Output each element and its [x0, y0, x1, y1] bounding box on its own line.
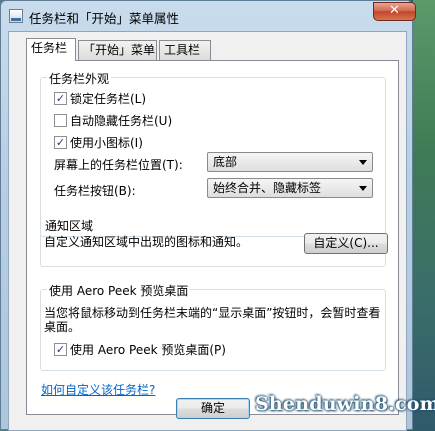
- taskbar-buttons-value: 始终合并、隐藏标签: [213, 181, 322, 195]
- properties-window: 任务栏和「开始」菜单属性 ✕ 任务栏 「开始」菜单 工具栏 任务栏外观 ✓ 锁定…: [0, 0, 416, 431]
- group-title-aero-peek: 使用 Aero Peek 预览桌面: [47, 282, 191, 299]
- window-title: 任务栏和「开始」菜单属性: [29, 11, 180, 26]
- group-title-notification: 通知区域: [43, 217, 96, 234]
- watermark-text: Shenduwin8.com: [255, 393, 435, 415]
- lock-taskbar-label: 锁定任务栏(L): [70, 92, 147, 106]
- taskbar-location-value: 底部: [213, 155, 238, 169]
- tab-start-menu[interactable]: 「开始」菜单: [78, 40, 157, 60]
- taskbar-buttons-dropdown[interactable]: 始终合并、隐藏标签: [207, 178, 373, 198]
- group-title-appearance: 任务栏外观: [47, 70, 112, 87]
- taskbar-location-label: 屏幕上的任务栏位置(T):: [54, 158, 183, 172]
- close-button[interactable]: ✕: [373, 2, 416, 21]
- lock-taskbar-checkbox[interactable]: ✓ 锁定任务栏(L): [54, 90, 146, 107]
- aero-peek-description: 当您将鼠标移动到任务栏末端的“显示桌面”按钮时，会暂时查看桌面。: [44, 306, 381, 334]
- checkbox-autohide-taskbar[interactable]: [54, 114, 67, 127]
- dialog-body: 任务栏 「开始」菜单 工具栏 任务栏外观 ✓ 锁定任务栏(L) 自动隐藏任务栏(…: [8, 31, 407, 431]
- small-icons-checkbox[interactable]: ✓ 使用小图标(I): [54, 134, 143, 151]
- taskbar-buttons-label: 任务栏按钮(B):: [54, 184, 136, 198]
- autohide-taskbar-checkbox[interactable]: 自动隐藏任务栏(U): [54, 112, 172, 129]
- taskbar-location-dropdown[interactable]: 底部: [207, 152, 373, 172]
- ok-button[interactable]: 确定: [176, 398, 250, 419]
- small-icons-label: 使用小图标(I): [70, 136, 143, 150]
- checkbox-small-icons[interactable]: ✓: [54, 136, 67, 149]
- chevron-down-icon: [359, 186, 367, 191]
- notification-description: 自定义通知区域中出现的图标和通知。: [44, 235, 249, 249]
- title-bar[interactable]: 任务栏和「开始」菜单属性 ✕: [1, 1, 416, 31]
- tab-panel-taskbar: 任务栏外观 ✓ 锁定任务栏(L) 自动隐藏任务栏(U) ✓ 使用小图标(I) 屏…: [26, 60, 399, 415]
- tab-taskbar[interactable]: 任务栏: [26, 38, 76, 61]
- chevron-down-icon: [359, 160, 367, 165]
- autohide-taskbar-label: 自动隐藏任务栏(U): [70, 114, 173, 128]
- close-icon: ✕: [389, 3, 400, 18]
- customize-button[interactable]: 自定义(C)...: [304, 233, 388, 254]
- tab-toolbars[interactable]: 工具栏: [159, 40, 211, 60]
- aero-peek-checkbox[interactable]: ✓ 使用 Aero Peek 预览桌面(P): [54, 341, 226, 358]
- taskbar-app-icon: [9, 9, 23, 23]
- checkbox-aero-peek[interactable]: ✓: [54, 343, 67, 356]
- checkbox-lock-taskbar[interactable]: ✓: [54, 92, 67, 105]
- desktop-background: [413, 0, 435, 430]
- aero-peek-label: 使用 Aero Peek 预览桌面(P): [70, 343, 226, 357]
- customize-taskbar-help-link[interactable]: 如何自定义该任务栏?: [41, 381, 155, 398]
